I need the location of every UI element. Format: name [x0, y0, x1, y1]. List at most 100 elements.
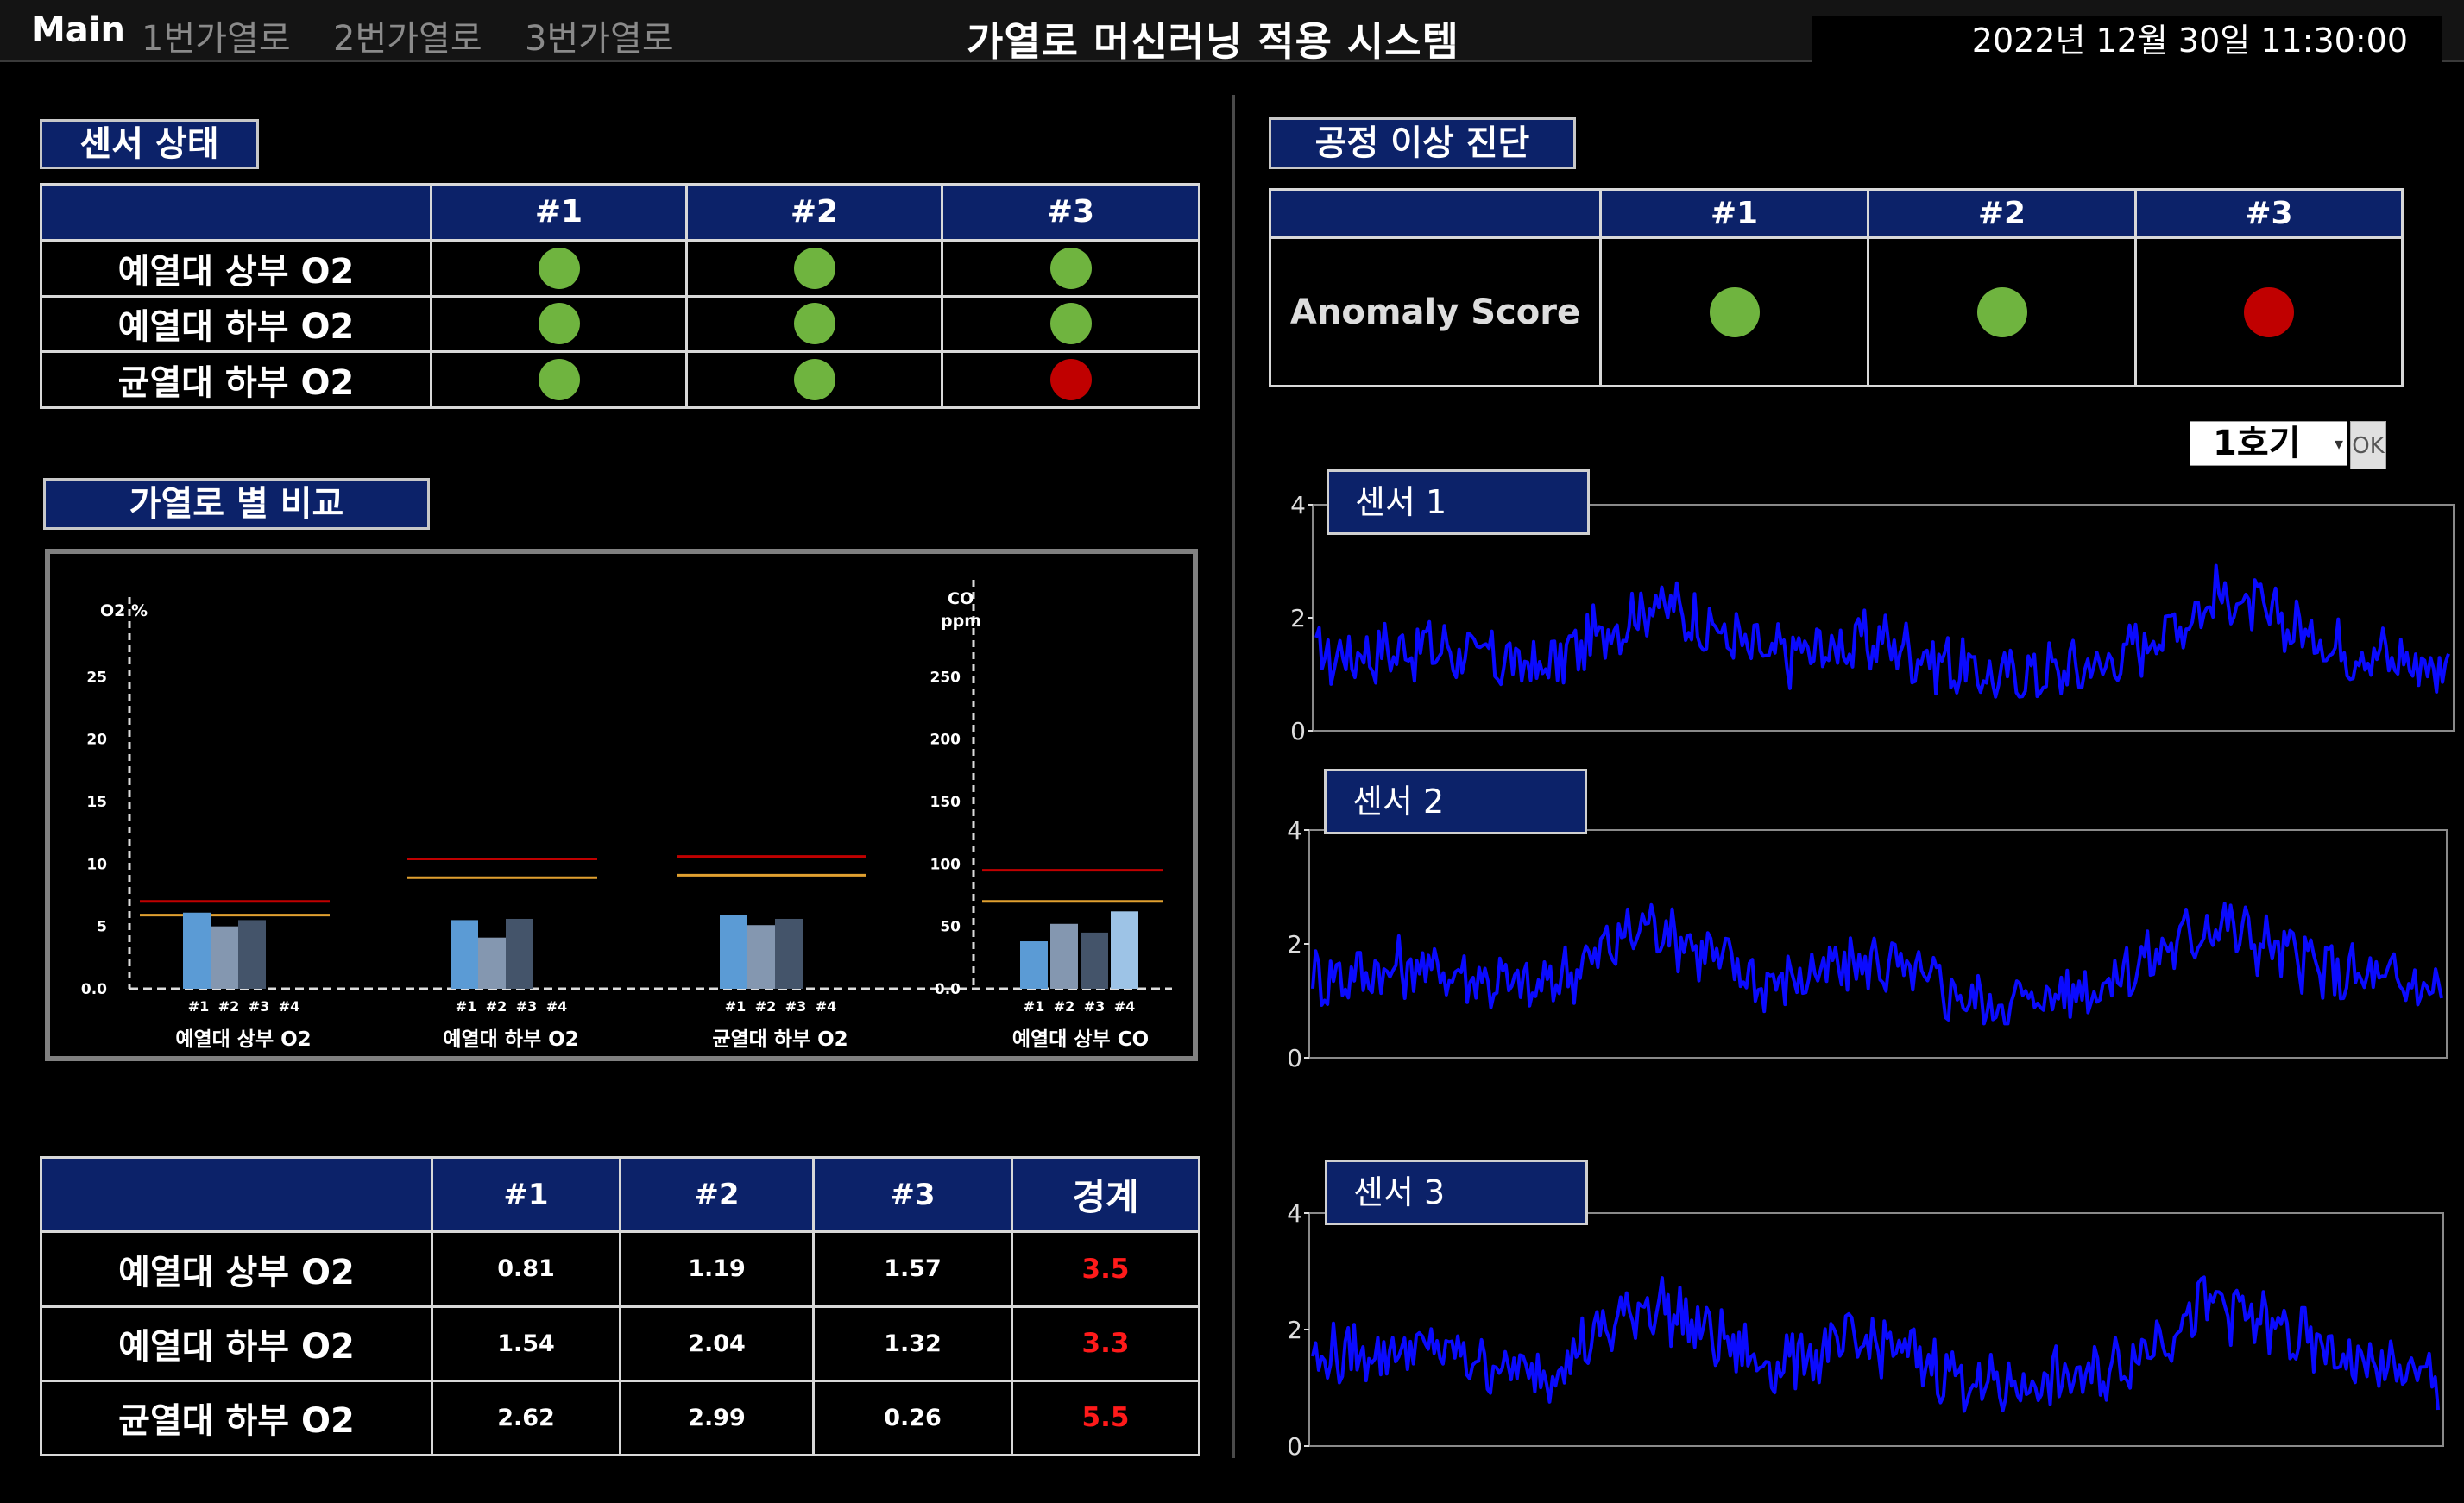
process-diag-badge: 공정 이상 진단 — [1269, 117, 1576, 169]
bar — [775, 918, 803, 989]
bar — [211, 926, 238, 989]
row-label: 예열대 하부 O2 — [40, 1305, 433, 1382]
bar-category-label: #1 — [188, 998, 210, 1015]
o2-axis-label: O2 % — [100, 601, 148, 620]
sensor-status-header: #1 #2 #3 — [40, 183, 1200, 242]
sensor-row: 예열대 상부 O2 — [40, 238, 1200, 298]
status-dot — [793, 247, 835, 289]
o2-tick-label: 10 — [86, 856, 107, 873]
anomaly-table: #1 #2 #3 Anomaly Score — [1269, 188, 2404, 387]
anomaly-row: Anomaly Score — [1269, 236, 2404, 387]
co-tick-label: 0.0 — [935, 981, 961, 998]
column-divider — [1232, 95, 1235, 1458]
cell-value: 1.54 — [431, 1305, 621, 1382]
bar-category-label: #3 — [785, 998, 807, 1015]
compare-chart: 0.0 5 10 15 20 25 0.0 50 100 150 200 250 #1 #2 #3 #4 예열… — [81, 580, 1172, 1051]
table-row: 예열대 하부 O2 1.54 2.04 1.32 3.3 — [40, 1305, 1200, 1382]
trend-tick-label: 4 — [1287, 1199, 1302, 1228]
bar — [478, 937, 506, 989]
sensor-row-label: 균열대 하부 O2 — [40, 350, 432, 409]
trend-tick-label: 4 — [1287, 816, 1302, 845]
table-row: 균열대 하부 O2 2.62 2.99 0.26 5.5 — [40, 1379, 1200, 1457]
o2-tick-label: 20 — [86, 732, 107, 749]
co-axis-label: CO — [948, 589, 974, 608]
header-corner — [40, 1155, 433, 1234]
col-limit: 경계 — [1011, 1155, 1200, 1234]
col-2: #2 — [619, 1155, 815, 1234]
bar-category-label: #1 — [1024, 998, 1045, 1015]
bar-category-label: #4 — [546, 998, 568, 1015]
cell-value: 1.57 — [812, 1230, 1013, 1308]
bar-category-label: #3 — [516, 998, 538, 1015]
cell-value: 0.81 — [431, 1230, 621, 1308]
co-tick-label: 150 — [930, 794, 961, 811]
anomaly-header: #1 #2 #3 — [1269, 188, 2404, 239]
row-label: 균열대 하부 O2 — [40, 1379, 433, 1457]
col-2: #2 — [685, 183, 943, 242]
o2-tick-label: 25 — [86, 669, 107, 686]
o2-tick-label: 0.0 — [81, 981, 107, 998]
co-tick-label: 100 — [930, 856, 961, 873]
header-corner — [40, 183, 432, 242]
group-label: 균열대 하부 O2 — [712, 1028, 848, 1051]
bar — [1111, 911, 1138, 989]
bar-category-label: #3 — [1084, 998, 1106, 1015]
cell-value: 1.32 — [812, 1305, 1013, 1382]
status-dot — [538, 303, 580, 345]
bar — [451, 920, 478, 989]
compare-badge: 가열로 별 비교 — [43, 478, 430, 530]
sensor-row-label: 예열대 상부 O2 — [40, 238, 432, 298]
col-1: #1 — [431, 1155, 621, 1234]
bar-category-label: #3 — [249, 998, 270, 1015]
co-tick-label: 250 — [930, 669, 961, 686]
bar — [238, 920, 266, 989]
nav-furnace-1[interactable]: 1번가열로 — [142, 10, 291, 60]
trend-tick-label: 2 — [1287, 930, 1302, 959]
status-dot — [1049, 247, 1092, 289]
nav-furnace-3[interactable]: 3번가열로 — [525, 10, 674, 60]
header-corner — [1269, 188, 1602, 239]
status-dot — [793, 359, 835, 401]
sensor-3-title: 센서 3 — [1325, 1160, 1588, 1225]
status-dot — [1709, 286, 1760, 337]
bar — [183, 912, 211, 989]
status-dot — [2244, 286, 2294, 337]
nav-furnace-2[interactable]: 2번가열로 — [333, 10, 482, 60]
anomaly-score-label: Anomaly Score — [1269, 236, 1602, 387]
col-3: #3 — [2134, 188, 2404, 239]
sensor-2-title: 센서 2 — [1324, 769, 1587, 834]
cell-value: 0.26 — [812, 1379, 1013, 1457]
trend-tick-label: 2 — [1287, 1316, 1302, 1344]
datetime: 2022년 12월 30일 11:30:00 — [1812, 16, 2442, 66]
status-dot — [1049, 359, 1092, 401]
co-axis-unit-label: ppm — [941, 612, 981, 631]
trend-tick-label: 2 — [1290, 604, 1306, 632]
o2-tick-label: 15 — [86, 794, 107, 811]
bar-category-label: #4 — [279, 998, 300, 1015]
status-dot — [538, 247, 580, 289]
trend-frame — [1308, 1212, 2444, 1447]
col-1: #1 — [430, 183, 688, 242]
bar — [1020, 941, 1048, 989]
bar-category-label: #4 — [816, 998, 837, 1015]
col-2: #2 — [1867, 188, 2137, 239]
o2-tick-label: 5 — [97, 919, 107, 936]
col-3: #3 — [812, 1155, 1013, 1234]
bar-category-label: #1 — [456, 998, 477, 1015]
sensor-status-badge: 센서 상태 — [40, 119, 259, 169]
bar — [720, 915, 747, 989]
nav-main[interactable]: Main — [31, 10, 125, 50]
bar-category-label: #1 — [725, 998, 747, 1015]
co-tick-label: 200 — [930, 732, 961, 749]
bar-category-label: #2 — [1054, 998, 1075, 1015]
bar-category-label: #2 — [486, 998, 507, 1015]
group-label: 예열대 상부 O2 — [175, 1028, 311, 1051]
row-label: 예열대 상부 O2 — [40, 1230, 433, 1308]
trend-tick-label: 0 — [1287, 1432, 1302, 1461]
bar — [506, 918, 533, 989]
bar — [1050, 923, 1078, 989]
col-1: #1 — [1599, 188, 1869, 239]
trend-tick-label: 0 — [1287, 1044, 1302, 1072]
limit-value: 3.5 — [1011, 1230, 1200, 1308]
bar — [747, 925, 775, 989]
